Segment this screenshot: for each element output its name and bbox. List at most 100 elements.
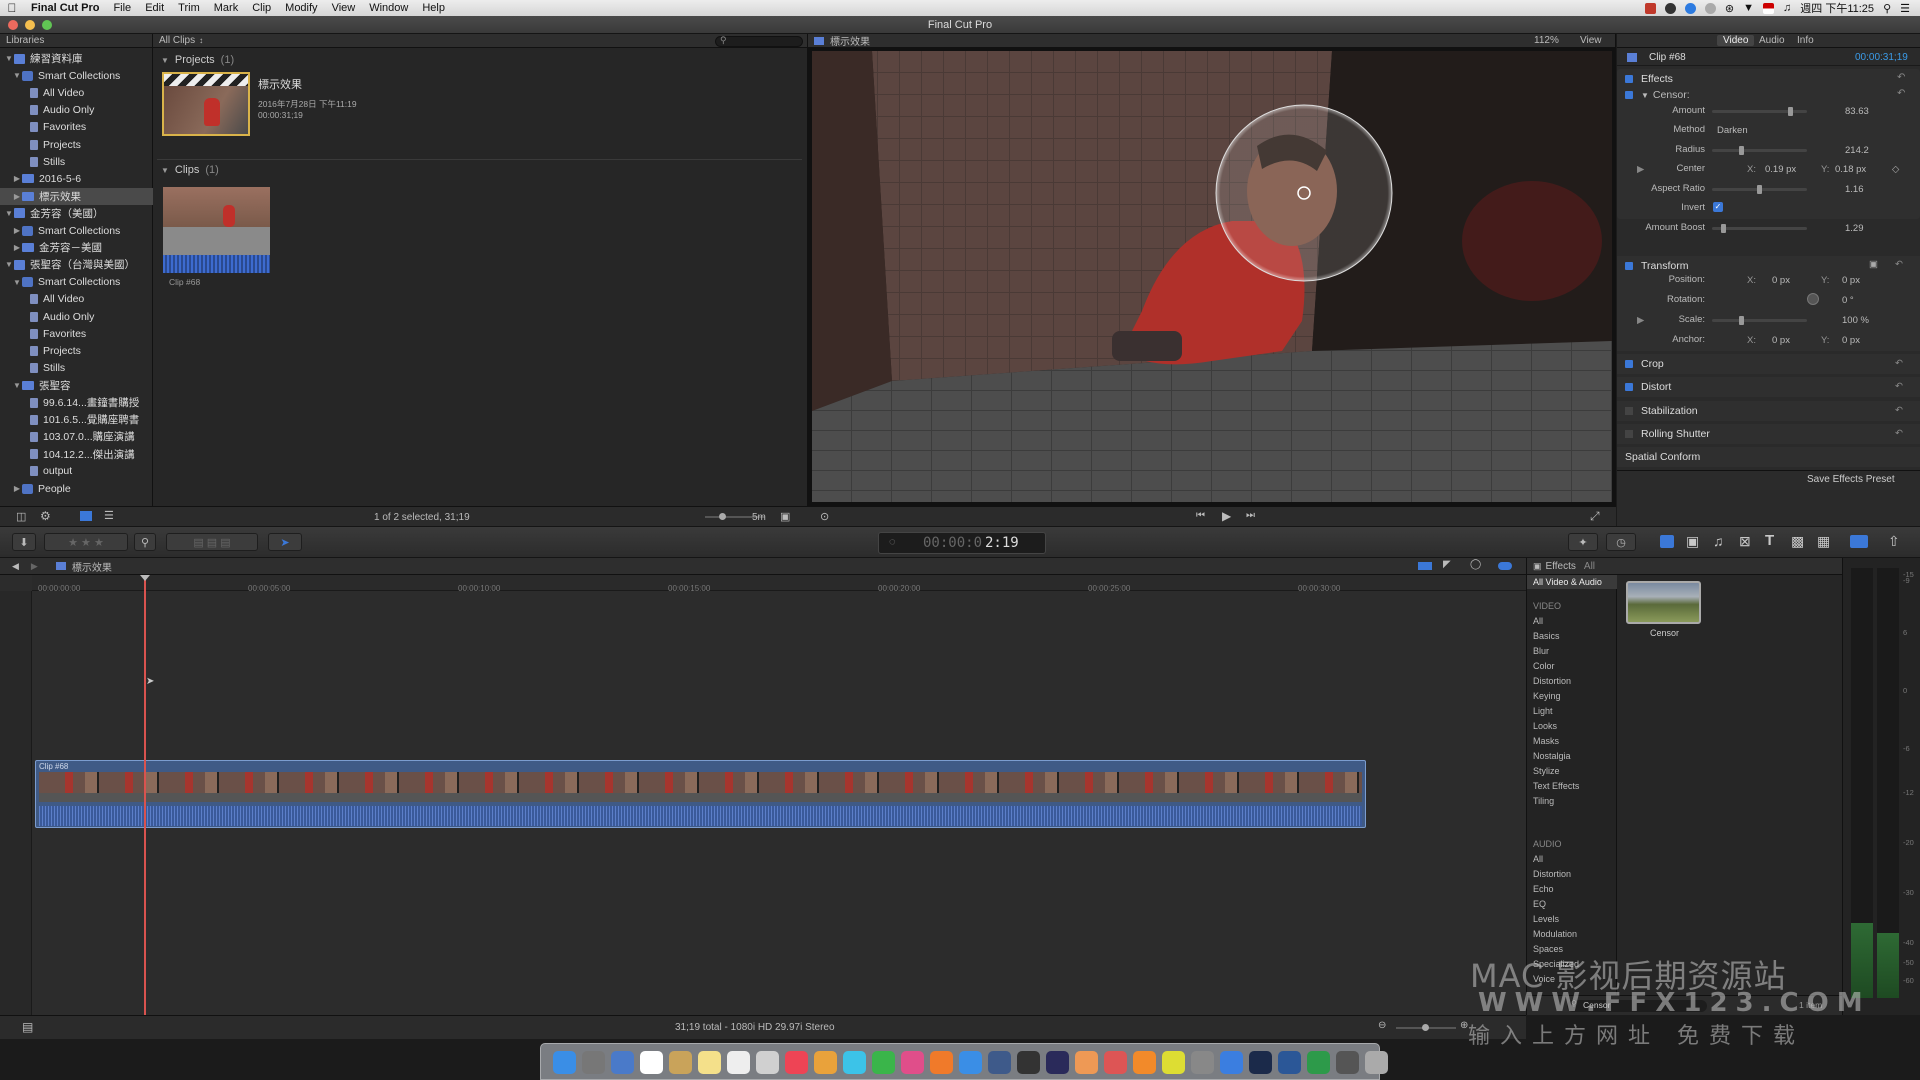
transitions-browser-icon[interactable]: ⊠ (1739, 533, 1751, 550)
fcp-icon[interactable] (1017, 1051, 1040, 1074)
viewer-view-popup[interactable]: View (1580, 35, 1602, 46)
calendar-icon[interactable] (640, 1051, 663, 1074)
disclosure-open-icon[interactable]: ▼ (12, 278, 22, 287)
video-category-item[interactable]: Basics (1533, 631, 1560, 641)
library-row[interactable]: Projects (0, 342, 153, 359)
disclosure-open-icon[interactable]: ▼ (4, 260, 14, 269)
audio-category-item[interactable]: All (1533, 854, 1543, 864)
reset-icon[interactable]: ↶ (1895, 428, 1903, 439)
status-sync-icon[interactable] (1684, 2, 1696, 14)
filmstrip-view-icon[interactable] (80, 511, 92, 521)
scale-slider-knob[interactable] (1739, 316, 1744, 325)
retime-button[interactable]: ◷ (1606, 533, 1636, 551)
themes-browser-icon[interactable]: ▦ (1817, 533, 1830, 550)
music-browser-icon[interactable]: ♫ (1713, 533, 1724, 549)
library-row[interactable]: Audio Only (0, 102, 153, 119)
tab-video[interactable]: Video (1717, 35, 1755, 46)
titles-browser-icon[interactable]: T (1765, 532, 1774, 549)
previous-frame-icon[interactable]: ⏮ (1196, 510, 1205, 521)
menu-modify[interactable]: Modify (278, 2, 324, 14)
save-effects-preset-button[interactable]: Save Effects Preset (1807, 474, 1895, 485)
spatial-conform-header[interactable]: Spatial Conform (1617, 447, 1920, 467)
video-category-item[interactable]: Keying (1533, 691, 1561, 701)
video-category-item[interactable]: Stylize (1533, 766, 1560, 776)
audition-button[interactable]: ⚲ (134, 533, 156, 551)
video-category-item[interactable]: Tiling (1533, 796, 1554, 806)
gear-icon[interactable]: ⚙ (40, 509, 51, 523)
clips-section[interactable]: ▼ Clips (1) (161, 164, 219, 176)
playhead[interactable] (140, 575, 150, 1015)
snapping-icon[interactable] (1498, 562, 1512, 570)
transform-header[interactable]: Transform (1617, 256, 1867, 276)
video-category-item[interactable]: Light (1533, 706, 1553, 716)
library-row[interactable]: ▼ Smart Collections (0, 67, 153, 84)
reset-icon[interactable]: ↶ (1895, 381, 1903, 392)
menu-trim[interactable]: Trim (171, 2, 207, 14)
video-category-item[interactable]: Looks (1533, 721, 1557, 731)
clip-appearance-icon[interactable] (1418, 562, 1432, 570)
library-row[interactable]: 99.6.14...畫鐘書購授 (0, 394, 153, 411)
radius-slider[interactable] (1712, 146, 1807, 155)
photos-icon[interactable] (785, 1051, 808, 1074)
transform-enable-checkbox[interactable] (1625, 262, 1633, 270)
share-icon[interactable]: ⇧ (1888, 533, 1900, 550)
timeline-index-icon[interactable]: ▤ (22, 1020, 33, 1034)
status-app-icon[interactable] (1644, 2, 1656, 14)
library-row[interactable]: Favorites (0, 119, 153, 136)
library-row[interactable]: ▼ Smart Collections (0, 274, 153, 291)
close-window-icon[interactable] (8, 20, 18, 30)
audio-category-item[interactable]: Echo (1533, 884, 1554, 894)
contacts-icon[interactable] (669, 1051, 692, 1074)
textedit-icon[interactable] (756, 1051, 779, 1074)
zoom-out-icon[interactable]: ⊖ (1378, 1020, 1386, 1031)
transform-tool-icon[interactable]: ⊙ (820, 510, 829, 523)
menu-edit[interactable]: Edit (138, 2, 171, 14)
invert-checkbox[interactable]: ✓ (1713, 202, 1723, 212)
amount-boost-slider[interactable] (1712, 224, 1807, 233)
video-category-item[interactable]: All (1533, 616, 1543, 626)
distort-header[interactable]: Distort (1617, 377, 1920, 397)
dashboard-timecode[interactable]: ◌ 00:00:0 2:19 (878, 532, 1046, 554)
inspector-toggle-icon[interactable] (1850, 535, 1868, 548)
audio-category-item[interactable]: Levels (1533, 914, 1559, 924)
menu-app[interactable]: Final Cut Pro (24, 2, 106, 14)
disclosure-closed-icon[interactable]: ▶ (12, 226, 22, 235)
play-icon[interactable]: ▶ (1222, 509, 1231, 523)
clip-filter-popup[interactable]: All Clips (159, 35, 195, 46)
notification-center-icon[interactable]: ☰ (1900, 2, 1910, 15)
sidebar-toggle-icon[interactable]: ◫ (16, 510, 26, 523)
disclosure-closed-icon[interactable]: ▶ (1637, 315, 1644, 326)
next-frame-icon[interactable]: ⏭ (1246, 510, 1255, 521)
word-icon[interactable] (1278, 1051, 1301, 1074)
fullscreen-icon[interactable]: ⤢ (1590, 509, 1600, 524)
effects-filter[interactable]: All (1584, 561, 1595, 572)
keyframe-icon[interactable]: ◇ (1892, 164, 1899, 175)
terminal-icon[interactable] (1249, 1051, 1272, 1074)
disclosure-closed-icon[interactable]: ▶ (12, 192, 22, 201)
photo-browser-icon[interactable]: ▣ (1686, 533, 1699, 550)
library-row[interactable]: ▼ 金芳容（美國） (0, 205, 153, 222)
menu-window[interactable]: Window (362, 2, 415, 14)
onscreen-controls-icon[interactable]: ▣ (1869, 259, 1878, 270)
app-store-icon[interactable] (959, 1051, 982, 1074)
magic-wand-button[interactable]: ✦ (1568, 533, 1598, 551)
library-row[interactable]: ▶ 金芳容－美國 (0, 239, 153, 256)
forward-icon[interactable]: ▶ (31, 561, 38, 572)
video-category-item[interactable]: Text Effects (1533, 781, 1579, 791)
library-row[interactable]: 103.07.0...購座演講 (0, 428, 153, 445)
library-row[interactable]: Stills (0, 153, 153, 170)
select-tool-button[interactable]: ➤ (268, 533, 302, 551)
facetime-icon[interactable] (843, 1051, 866, 1074)
menu-file[interactable]: File (106, 2, 138, 14)
radius-slider-knob[interactable] (1739, 146, 1744, 155)
library-row[interactable]: Stills (0, 360, 153, 377)
wechat-icon[interactable] (872, 1051, 895, 1074)
project-thumbnail[interactable] (162, 72, 250, 136)
system-preferences-icon[interactable] (1191, 1051, 1214, 1074)
timeline-ruler[interactable]: 00:00:00:00 00:00:05:00 00:00:10:00 00:00:1… (32, 575, 1526, 593)
video-category-item[interactable]: Color (1533, 661, 1555, 671)
reset-icon[interactable]: ↶ (1895, 259, 1903, 270)
amount-boost-slider-knob[interactable] (1721, 224, 1726, 233)
menu-mark[interactable]: Mark (207, 2, 245, 14)
solo-icon[interactable]: ◯ (1470, 559, 1481, 570)
